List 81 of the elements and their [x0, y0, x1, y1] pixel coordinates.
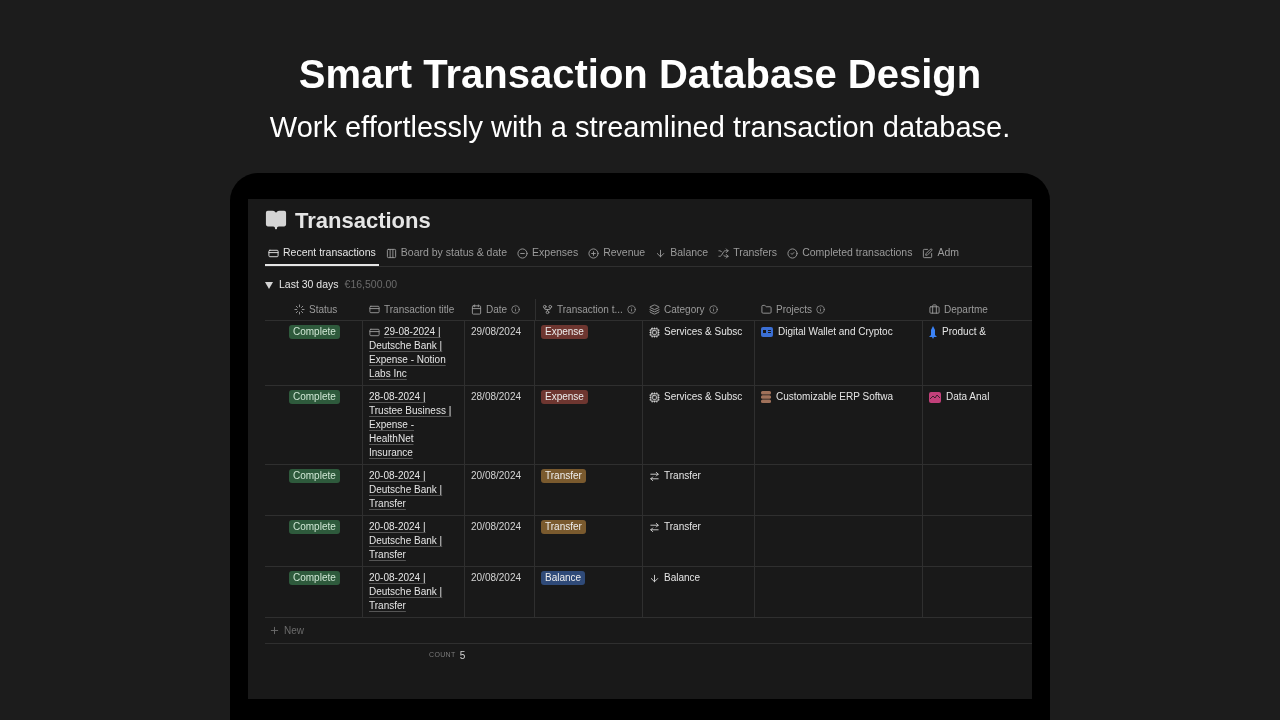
briefcase-icon [929, 304, 940, 315]
view-tab[interactable]: Recent transactions [265, 242, 379, 266]
type-tag: Expense [541, 325, 588, 339]
transaction-title-link[interactable]: 20-08-2024 | Deutsche Bank | Transfer [369, 571, 458, 613]
category-link[interactable]: Balance [664, 571, 701, 585]
column-header[interactable]: Date [465, 299, 535, 320]
column-label: Transaction title [384, 303, 455, 317]
group-total: €16,500.00 [344, 277, 398, 293]
category-link[interactable]: Services & Subsc [664, 325, 743, 339]
status-tag: Complete [289, 390, 340, 404]
transaction-title-link[interactable]: 20-08-2024 | Deutsche Bank | Transfer [369, 520, 458, 562]
columns-icon [385, 247, 397, 259]
count-value: 5 [459, 648, 466, 663]
department-link[interactable]: Product & [942, 325, 986, 339]
type-tag: Expense [541, 390, 588, 404]
plus-icon [269, 625, 280, 636]
project-link[interactable]: Digital Wallet and Cryptoc [778, 325, 893, 339]
calendar-icon [471, 304, 482, 315]
arrow-down-icon [649, 572, 660, 584]
date-text: 20/08/2024 [471, 470, 522, 481]
view-tab[interactable]: Expenses [514, 242, 582, 266]
column-label: Departme [944, 303, 988, 317]
plus-circle-icon [588, 247, 600, 259]
chip-icon [649, 326, 660, 338]
type-tag: Transfer [541, 520, 586, 534]
column-header[interactable]: Category [643, 299, 755, 320]
transaction-title-link[interactable]: 29-08-2024 | Deutsche Bank | Expense - Notion Labs Inc [369, 325, 458, 381]
project-link[interactable]: Customizable ERP Softwa [776, 390, 894, 404]
view-tab[interactable]: Balance [652, 242, 712, 266]
swap-arrows-icon [649, 470, 660, 482]
chip-icon [649, 391, 660, 403]
status-icon [294, 304, 305, 315]
fork-icon [542, 304, 553, 315]
swap-arrows-icon [649, 521, 660, 533]
column-header[interactable]: Projects [755, 299, 923, 320]
transaction-title-link[interactable]: 28-08-2024 | Trustee Business | Expense - HealthNet Insurance [369, 390, 458, 460]
date-text: 20/08/2024 [471, 572, 522, 583]
card-icon [369, 304, 380, 315]
arrow-down-icon [655, 247, 667, 259]
category-link[interactable]: Transfer [664, 520, 701, 534]
status-tag: Complete [289, 520, 340, 534]
layers-icon [649, 304, 660, 315]
hero-subtitle: Work effortlessly with a streamlined transaction database. [269, 110, 1011, 144]
card-icon [369, 326, 380, 338]
category-link[interactable]: Transfer [664, 469, 701, 483]
check-circle-icon [787, 247, 799, 259]
date-text: 20/08/2024 [471, 521, 522, 532]
shuffle-icon [718, 247, 730, 259]
status-tag: Complete [289, 469, 340, 483]
column-header[interactable]: Transaction t... [535, 299, 643, 320]
caret-icon[interactable] [265, 281, 273, 289]
edit-icon [922, 247, 934, 259]
status-tag: Complete [289, 325, 340, 339]
view-tab[interactable]: Adm [919, 242, 963, 266]
view-tab[interactable]: Completed transactions [784, 242, 916, 266]
book-icon [265, 209, 287, 231]
card-icon [268, 247, 279, 259]
minus-circle-icon [517, 247, 529, 259]
column-label: Date [486, 303, 508, 317]
category-link[interactable]: Services & Subsc [664, 390, 743, 404]
folder-icon [761, 304, 772, 315]
column-label: Transaction t... [557, 303, 623, 317]
status-tag: Complete [289, 571, 340, 585]
department-link[interactable]: Data Anal [946, 390, 990, 404]
page-title: Transactions [295, 206, 431, 235]
hero-title: Smart Transaction Database Design [298, 51, 982, 98]
date-text: 28/08/2024 [471, 391, 522, 402]
date-text: 29/08/2024 [471, 326, 522, 337]
column-label: Category [664, 303, 705, 317]
column-header[interactable]: Departme [923, 299, 1005, 320]
type-tag: Balance [541, 571, 586, 585]
group-label: Last 30 days [279, 277, 339, 293]
view-tab[interactable]: Transfers [715, 242, 781, 266]
column-label: Status [309, 303, 338, 317]
view-tab[interactable]: Board by status & date [382, 242, 511, 266]
view-tab[interactable]: Revenue [585, 242, 649, 266]
transaction-title-link[interactable]: 20-08-2024 | Deutsche Bank | Transfer [369, 469, 458, 511]
column-label: Projects [776, 303, 813, 317]
column-header[interactable]: Transaction title [363, 299, 465, 320]
column-header[interactable]: Status [265, 299, 363, 320]
type-tag: Transfer [541, 469, 586, 483]
